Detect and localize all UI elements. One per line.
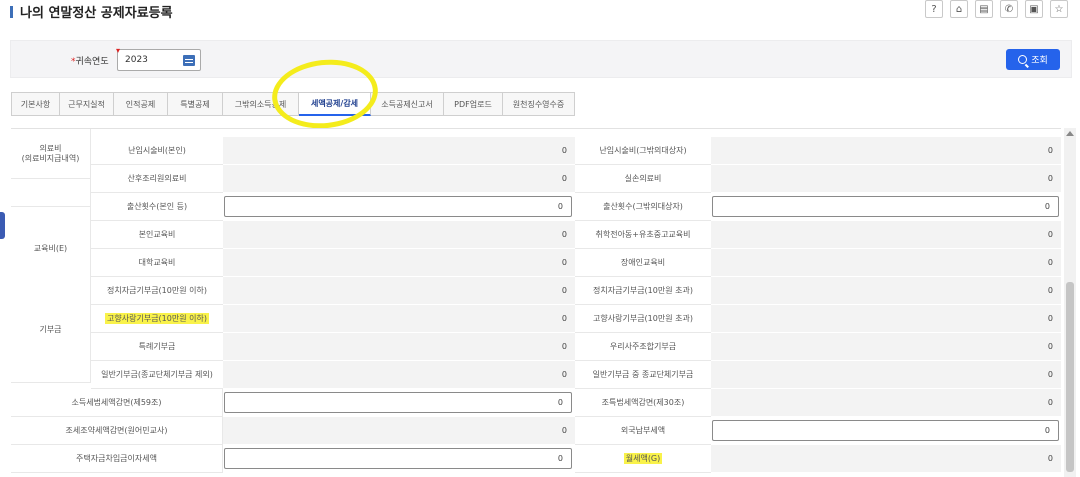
- row-label: 출산횟수(그밖의대상자): [575, 193, 711, 221]
- tab-income-deduction-report[interactable]: 소득공제신고서: [371, 92, 444, 116]
- row-label: 조세조약세액감면(원어민교사): [11, 417, 223, 445]
- cutoff-row-fragment: [121, 129, 231, 133]
- row-value: 0: [223, 277, 575, 305]
- required-corner-mark: ▾: [116, 46, 121, 55]
- row-label: 난임시술비(본인): [91, 137, 223, 165]
- deduction-grid: 의료비 (의료비지급내역) 교육비(E) 기부금 난임시술비(본인) 0 난임시…: [11, 128, 1061, 477]
- row-label: 정치자금기부금(10만원 이하): [91, 277, 223, 305]
- star-icon[interactable]: ☆: [1050, 0, 1068, 18]
- title-bar-marker: [10, 5, 13, 18]
- scrollbar-thumb[interactable]: [1066, 282, 1074, 472]
- row-value: 0: [711, 361, 1061, 389]
- row-label: 본인교육비: [91, 221, 223, 249]
- row-label: 산후조리원의료비: [91, 165, 223, 193]
- tab-label: 기본사항: [20, 99, 51, 109]
- row-value: 0: [223, 305, 575, 333]
- row-value: 0: [711, 221, 1061, 249]
- tab-label: 근무지실적: [68, 99, 105, 109]
- category-donation: 기부금: [11, 277, 91, 383]
- tab-label: PDF업로드: [454, 99, 492, 109]
- tab-personal-deduction[interactable]: 인적공제: [114, 92, 168, 116]
- row-label: 출산횟수(본인 등): [91, 193, 223, 221]
- row-label: 일반기부금(종교단체기부금 제외): [91, 361, 223, 389]
- row-value: 0: [223, 417, 575, 445]
- row-label: 난임시술비(그밖의대상자): [575, 137, 711, 165]
- year-label: *귀속연도: [71, 54, 109, 67]
- calendar-icon[interactable]: ▣: [1025, 0, 1043, 18]
- category-medical: 의료비 (의료비지급내역): [11, 129, 91, 179]
- side-panel-handle[interactable]: [0, 212, 5, 239]
- tab-label: 소득공제신고서: [381, 99, 433, 109]
- row-label: 일반기부금 중 종교단체기부금: [575, 361, 711, 389]
- housing-loan-interest-input[interactable]: 0: [224, 448, 572, 469]
- row-label: 조특법세액감면(제30조): [575, 389, 711, 417]
- category-medical-continued: [11, 179, 91, 207]
- row-label: 정치자금기부금(10만원 초과): [575, 277, 711, 305]
- row-value: 0: [223, 221, 575, 249]
- row-value: 0: [223, 165, 575, 193]
- row-label: 소득세법세액감면(제59조): [11, 389, 223, 417]
- row-value: 0: [711, 165, 1061, 193]
- tab-withholding-receipt[interactable]: 원천징수영수증: [503, 92, 575, 116]
- tab-label: 특별공제: [180, 99, 210, 109]
- tab-pdf-upload[interactable]: PDF업로드: [444, 92, 503, 116]
- scroll-up-arrow-icon[interactable]: [1066, 131, 1074, 136]
- car-icon[interactable]: ⌂: [950, 0, 968, 18]
- row-value: 0: [223, 333, 575, 361]
- calendar-picker-icon[interactable]: [183, 55, 195, 66]
- query-button-label: 조회: [1031, 56, 1048, 66]
- tab-basic[interactable]: 기본사항: [11, 92, 60, 116]
- row-value: 0: [711, 389, 1061, 417]
- birth-count-others-input[interactable]: 0: [712, 196, 1059, 217]
- row-label: 고향사랑기부금(10만원 초과): [575, 305, 711, 333]
- year-label-text: 귀속연도: [75, 57, 109, 67]
- search-icon: [1018, 55, 1028, 64]
- row-label: 실손의료비: [575, 165, 711, 193]
- cutoff-row-fragment: [611, 129, 721, 133]
- row-value: 0: [711, 333, 1061, 361]
- search-panel: *귀속연도 ▾ 2023 조회: [10, 40, 1072, 78]
- query-button[interactable]: 조회: [1006, 49, 1060, 70]
- row-label: 우리사주조합기부금: [575, 333, 711, 361]
- row-value: 0: [711, 137, 1061, 165]
- row-value: 0: [223, 137, 575, 165]
- tab-work[interactable]: 근무지실적: [60, 92, 114, 116]
- row-value: 0: [711, 445, 1061, 473]
- row-value: 0: [223, 249, 575, 277]
- foreign-tax-paid-input[interactable]: 0: [712, 420, 1059, 441]
- row-label: 특례기부금: [91, 333, 223, 361]
- row-value: 0: [711, 249, 1061, 277]
- page-title-text: 나의 연말정산 공제자료등록: [20, 6, 173, 21]
- row-label: 주택자금차입금이자세액: [11, 445, 223, 473]
- row-label: 장애인교육비: [575, 249, 711, 277]
- help-icon[interactable]: ?: [925, 0, 943, 18]
- row-label: 대학교육비: [91, 249, 223, 277]
- phone-icon[interactable]: ✆: [1000, 0, 1018, 18]
- birth-count-self-input[interactable]: 0: [224, 196, 572, 217]
- highlighted-label: 월세액(G): [623, 453, 663, 464]
- row-label-highlighted: 월세액(G): [575, 445, 711, 473]
- row-label: 외국납부세액: [575, 417, 711, 445]
- document-icon[interactable]: ▤: [975, 0, 993, 18]
- row-value: 0: [223, 361, 575, 389]
- year-field[interactable]: ▾ 2023: [116, 46, 201, 71]
- highlighted-label: 고향사랑기부금(10만원 이하): [105, 313, 209, 324]
- page-title: 나의 연말정산 공제자료등록: [10, 2, 173, 21]
- year-value: 2023: [125, 55, 148, 65]
- row-label: 취학전아동+유초중고교육비: [575, 221, 711, 249]
- tab-special-deduction[interactable]: 특별공제: [168, 92, 223, 116]
- tab-label: 원천징수영수증: [512, 99, 565, 109]
- row-label-highlighted: 고향사랑기부금(10만원 이하): [91, 305, 223, 333]
- top-toolbar: ? ⌂ ▤ ✆ ▣ ☆: [925, 0, 1068, 18]
- tab-label: 인적공제: [125, 99, 156, 109]
- row-value: 0: [711, 305, 1061, 333]
- income-tax-reduction-input[interactable]: 0: [224, 392, 572, 413]
- row-value: 0: [711, 277, 1061, 305]
